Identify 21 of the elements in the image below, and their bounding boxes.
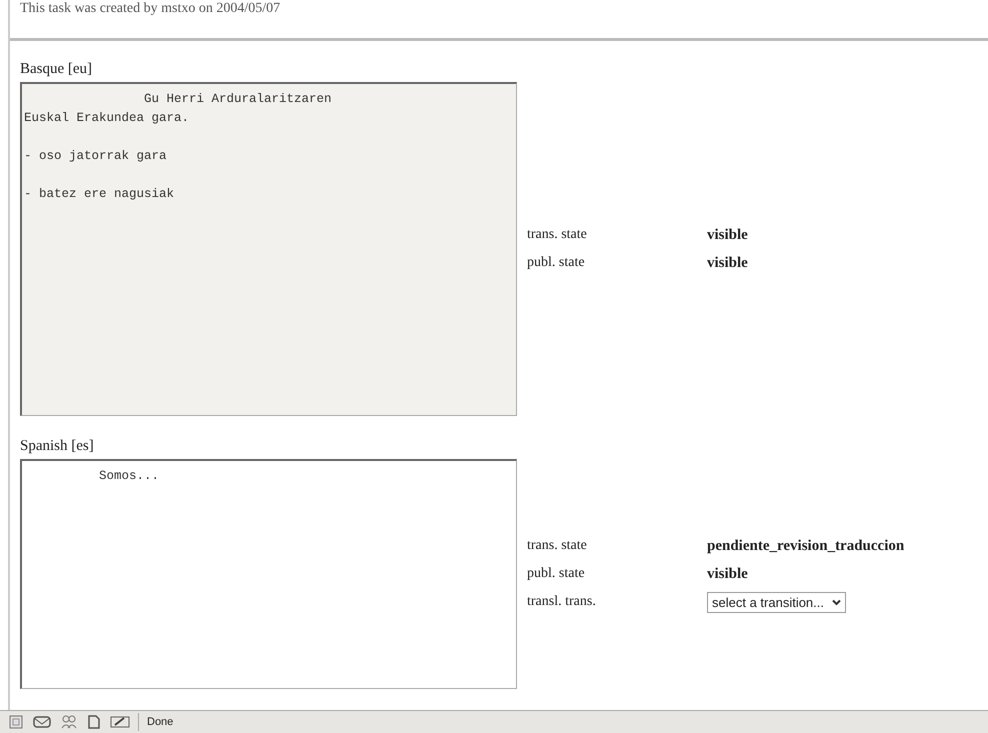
property-label: trans. state bbox=[527, 538, 588, 554]
document-icon[interactable] bbox=[86, 714, 102, 730]
language-heading: Basque [eu] bbox=[20, 61, 94, 78]
language-heading: Spanish [es] bbox=[20, 438, 95, 455]
property-label: trans. state bbox=[527, 227, 588, 243]
transition-dropdown[interactable]: select a transition... bbox=[707, 592, 846, 612]
task-info-text: This task was created by mstxo on 2004/05/07 bbox=[20, 0, 282, 16]
property-label: transl. trans. bbox=[527, 594, 597, 610]
property-label: publ. state bbox=[527, 566, 586, 582]
pencil-icon[interactable] bbox=[110, 714, 130, 730]
property-label: publ. state bbox=[527, 255, 586, 271]
property-value: visible bbox=[707, 566, 748, 582]
mail-icon[interactable] bbox=[32, 714, 52, 730]
chevron-down-icon bbox=[832, 598, 841, 606]
property-value: pendiente_revision_traduccion bbox=[707, 538, 904, 554]
page-icon[interactable] bbox=[8, 714, 24, 730]
status-text: Done bbox=[147, 716, 174, 728]
translation-textarea[interactable]: Somos... bbox=[20, 459, 517, 689]
property-value: visible bbox=[707, 254, 748, 272]
property-value: visible bbox=[707, 226, 748, 244]
users-icon[interactable] bbox=[60, 714, 78, 730]
